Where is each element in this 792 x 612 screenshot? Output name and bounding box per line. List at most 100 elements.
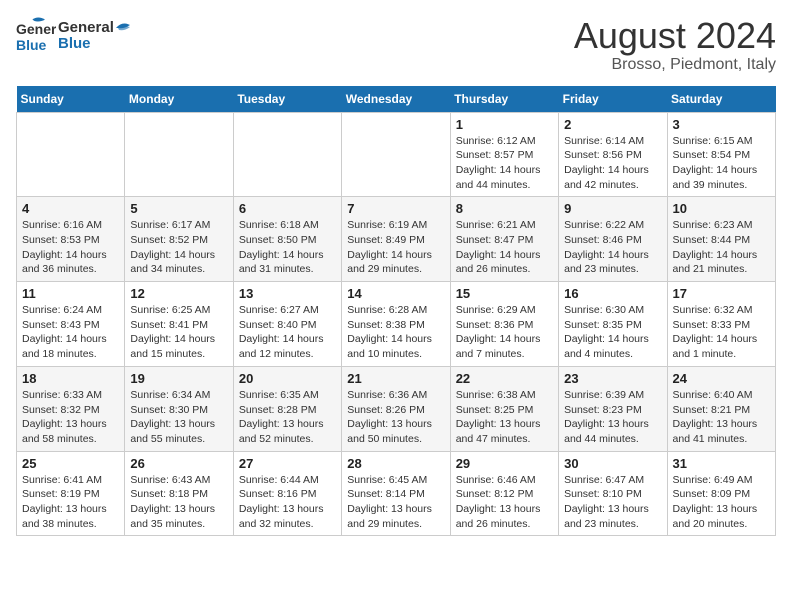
- calendar-week-row: 18Sunrise: 6:33 AM Sunset: 8:32 PM Dayli…: [17, 366, 776, 451]
- page-header: General Blue General Blue August 2024 Br…: [16, 16, 776, 74]
- title-block: August 2024 Brosso, Piedmont, Italy: [574, 16, 776, 74]
- calendar-cell: 10 Sunrise: 6:23 AM Sunset: 8:44 PM Dayli…: [667, 197, 775, 282]
- weekday-header-wednesday: Wednesday: [342, 86, 450, 113]
- calendar-cell: 31 Sunrise: 6:49 AM Sunset: 8:09 PM Dayli…: [667, 451, 775, 536]
- calendar-week-row: 25Sunrise: 6:41 AM Sunset: 8:19 PM Dayli…: [17, 451, 776, 536]
- calendar-cell: 21 Sunrise: 6:36 AM Sunset: 8:26 PM Dayli…: [342, 366, 450, 451]
- day-number: 16: [564, 286, 661, 301]
- day-info: Sunrise: 6:36 AM Sunset: 8:26 PM Dayligh…: [347, 388, 444, 447]
- calendar-cell: 9 Sunrise: 6:22 AM Sunset: 8:46 PM Daylig…: [559, 197, 667, 282]
- calendar-cell: 25Sunrise: 6:41 AM Sunset: 8:19 PM Dayli…: [17, 451, 125, 536]
- day-info: Sunrise: 6:30 AM Sunset: 8:35 PM Dayligh…: [564, 303, 661, 362]
- calendar-cell: 15Sunrise: 6:29 AM Sunset: 8:36 PM Dayli…: [450, 282, 558, 367]
- day-info: Sunrise: 6:27 AM Sunset: 8:40 PM Dayligh…: [239, 303, 336, 362]
- calendar-cell: 17 Sunrise: 6:32 AM Sunset: 8:33 PM Dayli…: [667, 282, 775, 367]
- calendar-cell: [125, 112, 233, 197]
- calendar-cell: 4 Sunrise: 6:16 AM Sunset: 8:53 PM Daylig…: [17, 197, 125, 282]
- day-info: Sunrise: 6:23 AM Sunset: 8:44 PM Dayligh…: [673, 218, 770, 277]
- day-number: 3: [673, 117, 770, 132]
- calendar-cell: 1Sunrise: 6:12 AM Sunset: 8:57 PM Daylig…: [450, 112, 558, 197]
- day-info: Sunrise: 6:28 AM Sunset: 8:38 PM Dayligh…: [347, 303, 444, 362]
- calendar-cell: 3 Sunrise: 6:15 AM Sunset: 8:54 PM Daylig…: [667, 112, 775, 197]
- calendar-cell: 30 Sunrise: 6:47 AM Sunset: 8:10 PM Dayli…: [559, 451, 667, 536]
- logo: General Blue General Blue: [16, 16, 134, 56]
- day-number: 2: [564, 117, 661, 132]
- day-info: Sunrise: 6:33 AM Sunset: 8:32 PM Dayligh…: [22, 388, 119, 447]
- weekday-header-saturday: Saturday: [667, 86, 775, 113]
- day-info: Sunrise: 6:12 AM Sunset: 8:57 PM Dayligh…: [456, 134, 553, 193]
- calendar-cell: 11 Sunrise: 6:24 AM Sunset: 8:43 PM Dayli…: [17, 282, 125, 367]
- day-number: 9: [564, 201, 661, 216]
- day-number: 31: [673, 456, 770, 471]
- calendar-cell: 27Sunrise: 6:44 AM Sunset: 8:16 PM Dayli…: [233, 451, 341, 536]
- day-info: Sunrise: 6:21 AM Sunset: 8:47 PM Dayligh…: [456, 218, 553, 277]
- day-number: 7: [347, 201, 444, 216]
- calendar-table: SundayMondayTuesdayWednesdayThursdayFrid…: [16, 86, 776, 537]
- logo-general: General: [58, 20, 134, 37]
- logo-blue-text: Blue: [58, 36, 134, 53]
- weekday-header-row: SundayMondayTuesdayWednesdayThursdayFrid…: [17, 86, 776, 113]
- calendar-cell: 14 Sunrise: 6:28 AM Sunset: 8:38 PM Dayli…: [342, 282, 450, 367]
- day-number: 8: [456, 201, 553, 216]
- day-info: Sunrise: 6:14 AM Sunset: 8:56 PM Dayligh…: [564, 134, 661, 193]
- weekday-header-sunday: Sunday: [17, 86, 125, 113]
- day-info: Sunrise: 6:34 AM Sunset: 8:30 PM Dayligh…: [130, 388, 227, 447]
- calendar-cell: 12Sunrise: 6:25 AM Sunset: 8:41 PM Dayli…: [125, 282, 233, 367]
- day-number: 11: [22, 286, 119, 301]
- day-info: Sunrise: 6:41 AM Sunset: 8:19 PM Dayligh…: [22, 473, 119, 532]
- svg-text:General: General: [16, 21, 56, 37]
- calendar-cell: 5 Sunrise: 6:17 AM Sunset: 8:52 PM Daylig…: [125, 197, 233, 282]
- calendar-week-row: 1Sunrise: 6:12 AM Sunset: 8:57 PM Daylig…: [17, 112, 776, 197]
- day-number: 6: [239, 201, 336, 216]
- day-info: Sunrise: 6:15 AM Sunset: 8:54 PM Dayligh…: [673, 134, 770, 193]
- weekday-header-thursday: Thursday: [450, 86, 558, 113]
- day-info: Sunrise: 6:22 AM Sunset: 8:46 PM Dayligh…: [564, 218, 661, 277]
- svg-text:Blue: Blue: [16, 37, 47, 53]
- day-info: Sunrise: 6:24 AM Sunset: 8:43 PM Dayligh…: [22, 303, 119, 362]
- day-info: Sunrise: 6:35 AM Sunset: 8:28 PM Dayligh…: [239, 388, 336, 447]
- weekday-header-tuesday: Tuesday: [233, 86, 341, 113]
- day-info: Sunrise: 6:38 AM Sunset: 8:25 PM Dayligh…: [456, 388, 553, 447]
- day-info: Sunrise: 6:43 AM Sunset: 8:18 PM Dayligh…: [130, 473, 227, 532]
- calendar-cell: [233, 112, 341, 197]
- day-info: Sunrise: 6:32 AM Sunset: 8:33 PM Dayligh…: [673, 303, 770, 362]
- calendar-cell: [342, 112, 450, 197]
- day-number: 30: [564, 456, 661, 471]
- calendar-cell: 22Sunrise: 6:38 AM Sunset: 8:25 PM Dayli…: [450, 366, 558, 451]
- main-title: August 2024: [574, 16, 776, 56]
- day-info: Sunrise: 6:16 AM Sunset: 8:53 PM Dayligh…: [22, 218, 119, 277]
- day-number: 19: [130, 371, 227, 386]
- calendar-cell: [17, 112, 125, 197]
- day-number: 27: [239, 456, 336, 471]
- calendar-week-row: 11 Sunrise: 6:24 AM Sunset: 8:43 PM Dayli…: [17, 282, 776, 367]
- day-info: Sunrise: 6:17 AM Sunset: 8:52 PM Dayligh…: [130, 218, 227, 277]
- day-number: 23: [564, 371, 661, 386]
- day-number: 20: [239, 371, 336, 386]
- day-info: Sunrise: 6:45 AM Sunset: 8:14 PM Dayligh…: [347, 473, 444, 532]
- day-info: Sunrise: 6:39 AM Sunset: 8:23 PM Dayligh…: [564, 388, 661, 447]
- day-number: 14: [347, 286, 444, 301]
- subtitle: Brosso, Piedmont, Italy: [574, 56, 776, 74]
- logo-text-block: General Blue: [58, 20, 134, 53]
- calendar-cell: 8 Sunrise: 6:21 AM Sunset: 8:47 PM Daylig…: [450, 197, 558, 282]
- logo-wing-icon: [116, 21, 134, 35]
- day-info: Sunrise: 6:19 AM Sunset: 8:49 PM Dayligh…: [347, 218, 444, 277]
- day-number: 10: [673, 201, 770, 216]
- day-number: 4: [22, 201, 119, 216]
- day-info: Sunrise: 6:47 AM Sunset: 8:10 PM Dayligh…: [564, 473, 661, 532]
- day-number: 5: [130, 201, 227, 216]
- day-number: 15: [456, 286, 553, 301]
- weekday-header-monday: Monday: [125, 86, 233, 113]
- calendar-cell: 19 Sunrise: 6:34 AM Sunset: 8:30 PM Dayli…: [125, 366, 233, 451]
- calendar-cell: 24Sunrise: 6:40 AM Sunset: 8:21 PM Dayli…: [667, 366, 775, 451]
- calendar-cell: 29Sunrise: 6:46 AM Sunset: 8:12 PM Dayli…: [450, 451, 558, 536]
- calendar-cell: 26Sunrise: 6:43 AM Sunset: 8:18 PM Dayli…: [125, 451, 233, 536]
- day-number: 17: [673, 286, 770, 301]
- calendar-cell: 18Sunrise: 6:33 AM Sunset: 8:32 PM Dayli…: [17, 366, 125, 451]
- day-number: 21: [347, 371, 444, 386]
- day-info: Sunrise: 6:49 AM Sunset: 8:09 PM Dayligh…: [673, 473, 770, 532]
- calendar-cell: 6Sunrise: 6:18 AM Sunset: 8:50 PM Daylig…: [233, 197, 341, 282]
- day-number: 12: [130, 286, 227, 301]
- day-info: Sunrise: 6:40 AM Sunset: 8:21 PM Dayligh…: [673, 388, 770, 447]
- calendar-cell: 28Sunrise: 6:45 AM Sunset: 8:14 PM Dayli…: [342, 451, 450, 536]
